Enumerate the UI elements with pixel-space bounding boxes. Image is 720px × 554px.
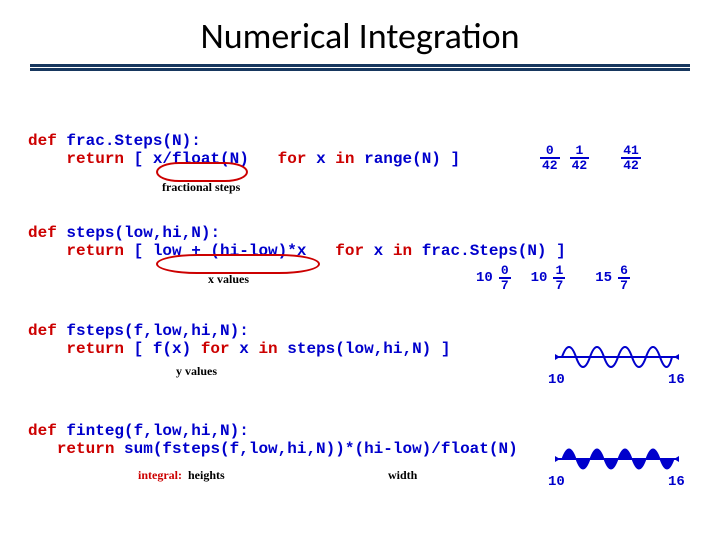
title-rule (30, 64, 690, 71)
axis1-lo: 10 (548, 372, 565, 388)
axis2-hi: 16 (668, 474, 685, 490)
code-fsteps: def fsteps(f,low,hi,N): return [ f(x) fo… (28, 322, 450, 358)
annot-fractional-steps: fractional steps (162, 180, 240, 195)
annot-width: width (388, 468, 417, 483)
axis1-hi: 16 (668, 372, 685, 388)
code-fracsteps: def frac.Steps(N): return [ x/float(N) f… (28, 132, 460, 168)
annot-x-values: x values (208, 272, 249, 287)
code-finteg: def finteg(f,low,hi,N): return sum(fstep… (28, 422, 518, 458)
integral-plot (552, 434, 682, 484)
oval-2 (156, 254, 320, 274)
annot-integral: integral: heights (138, 468, 225, 483)
seq-fracsteps: 042 142 4142 (540, 144, 641, 172)
sine-plot (552, 332, 682, 382)
page-title: Numerical Integration (0, 14, 720, 58)
seq-steps: 10 07 10 17 15 67 (476, 264, 630, 292)
oval-1 (156, 162, 248, 182)
axis2-lo: 10 (548, 474, 565, 490)
annot-y-values: y values (176, 364, 217, 379)
